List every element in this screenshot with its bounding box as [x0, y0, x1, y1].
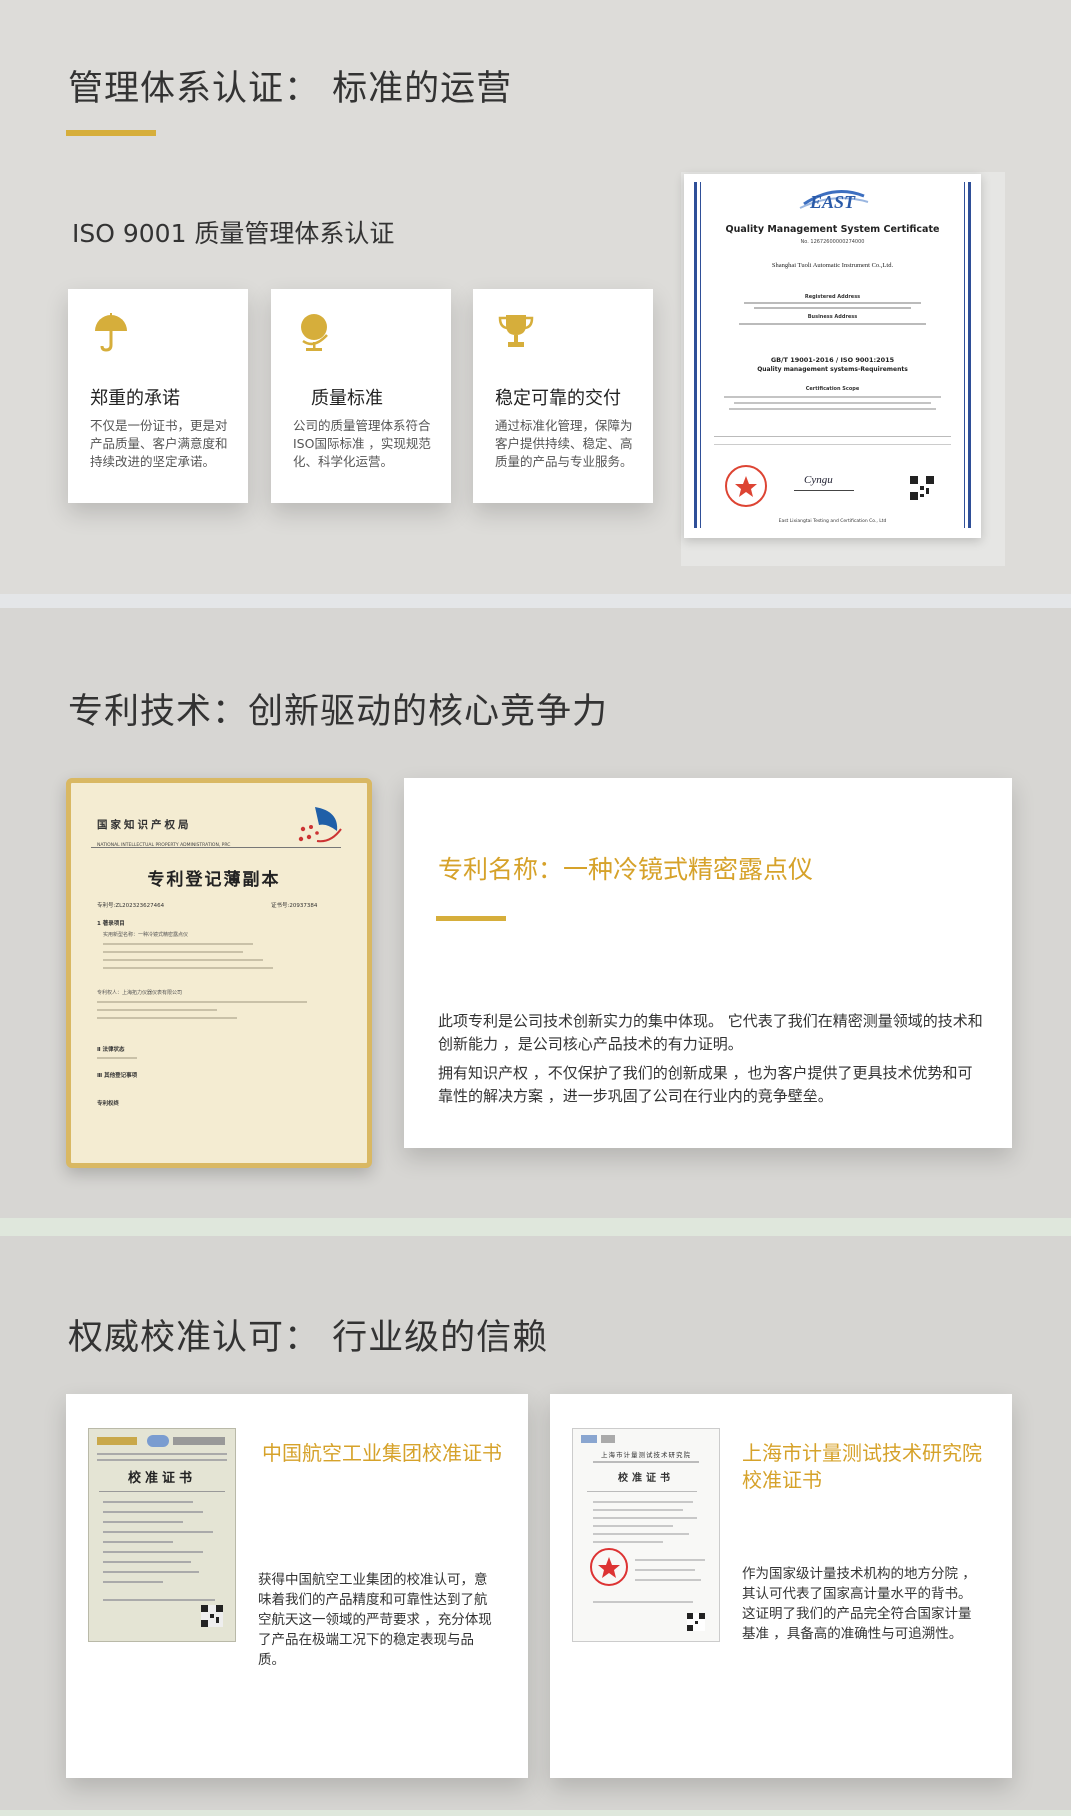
shanghai-certificate: 上海市计量测试技术研究院 校准证书 — [572, 1428, 720, 1642]
red-seal-icon — [590, 1548, 628, 1586]
section-certification: 管理体系认证： 标准的运营 ISO 9001 质量管理体系认证 郑重的承诺 不仅… — [0, 0, 1071, 594]
section-calibration: 权威校准认可： 行业级的信赖 校准证书 中国航空工业集团校准证书 获得中国航空工… — [0, 1236, 1071, 1816]
section-divider — [0, 594, 1071, 608]
section-divider — [0, 1218, 1071, 1236]
trophy-icon — [497, 311, 535, 353]
feature-card: 质量标准 公司的质量管理体系符合ISO国际标准 ，实现规范化、科学化运营。 — [271, 289, 451, 503]
patent-document: 国家知识产权局 NATIONAL INTELLECTUAL PROPERTY A… — [66, 778, 372, 1168]
card-description: 通过标准化管理，保障为客户提供持续、稳定、高质量的产品与专业服务。 — [495, 418, 633, 469]
card-description: 不仅是一份证书，更是对产品质量、客户满意度和持续改进的坚定承诺。 — [90, 418, 228, 469]
calibration-title: 上海市计量测试技术研究院校准证书 — [742, 1441, 982, 1492]
calibration-description: 获得中国航空工业集团的校准认可，意味着我们的产品精度和可靠性达到了航空航天这一领… — [258, 1572, 492, 1668]
cnipa-logo-icon — [298, 807, 342, 843]
red-seal-icon — [725, 465, 767, 507]
patent-name: 专利名称：一种冷镜式精密露点仪 — [438, 855, 814, 884]
qr-code-icon — [687, 1613, 705, 1631]
globe-icon — [295, 311, 333, 353]
calibration-card: 校准证书 中国航空工业集团校准证书 获得中国航空工业集团的校准认可，意味着我们的… — [66, 1394, 528, 1778]
card-title: 稳定可靠的交付 — [495, 388, 621, 409]
qr-code-icon — [910, 476, 934, 500]
section-title: 权威校准认可： 行业级的信赖 — [68, 1318, 549, 1358]
avic-certificate: 校准证书 — [88, 1428, 236, 1642]
qr-code-icon — [201, 1605, 223, 1627]
patent-info-card: 专利名称：一种冷镜式精密露点仪 此项专利是公司技术创新实力的集中体现。 它代表了… — [404, 778, 1012, 1148]
iso-certificate-frame: EAST Quality Management System Certifica… — [681, 172, 1005, 566]
title-underline — [66, 130, 156, 136]
iso-certificate: EAST Quality Management System Certifica… — [684, 174, 981, 538]
feature-card: 郑重的承诺 不仅是一份证书，更是对产品质量、客户满意度和持续改进的坚定承诺。 — [68, 289, 248, 503]
calibration-title: 中国航空工业集团校准证书 — [262, 1441, 502, 1465]
calibration-card: 上海市计量测试技术研究院 校准证书 上海市计量测试技术研究院校准证书 作为国家级… — [550, 1394, 1012, 1778]
umbrella-icon — [92, 311, 130, 353]
section-title: 专利技术：创新驱动的核心竞争力 — [68, 692, 609, 732]
section-divider — [0, 1810, 1071, 1816]
card-description: 公司的质量管理体系符合ISO国际标准 ，实现规范化、科学化运营。 — [293, 418, 431, 469]
section-subtitle: ISO 9001 质量管理体系认证 — [72, 219, 395, 248]
patent-paragraph: 拥有知识产权 ，不仅保护了我们的创新成果 ，也为客户提供了更具技术优势和可靠性的… — [438, 1064, 973, 1105]
feature-card: 稳定可靠的交付 通过标准化管理，保障为客户提供持续、稳定、高质量的产品与专业服务… — [473, 289, 653, 503]
patent-paragraph: 此项专利是公司技术创新实力的集中体现。 它代表了我们在精密测量领域的技术和创新能… — [438, 1012, 983, 1053]
section-patent: 专利技术：创新驱动的核心竞争力 国家知识产权局 NATIONAL INTELLE… — [0, 608, 1071, 1218]
card-title: 郑重的承诺 — [90, 388, 180, 409]
section-title: 管理体系认证： 标准的运营 — [68, 69, 513, 109]
calibration-description: 作为国家级计量技术机构的地方分院 ，其认可代表了国家高计量水平的背书。这证明了我… — [742, 1566, 976, 1642]
card-title: 质量标准 — [311, 388, 383, 409]
patent-underline — [436, 916, 506, 921]
